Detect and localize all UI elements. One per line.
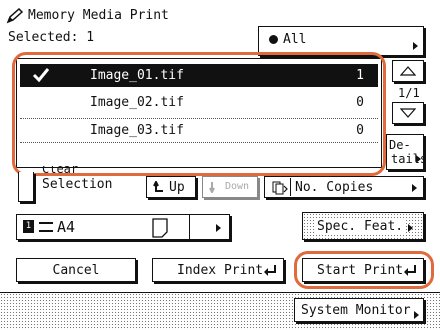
system-monitor-button[interactable]: System Monitor (294, 298, 424, 322)
title-bar: Memory Media Print Selected: 1 (0, 0, 260, 44)
start-print-label: Start Print (317, 263, 404, 278)
cancel-label: Cancel (52, 262, 100, 278)
chevron-right-icon (416, 155, 421, 163)
move-up-button[interactable]: Up (146, 176, 196, 198)
details-label: De- (389, 138, 411, 152)
chevron-right-icon (408, 224, 413, 232)
chevron-right-icon (413, 42, 418, 50)
divider (189, 215, 190, 239)
clear-icon (18, 172, 34, 202)
pencil-icon (6, 8, 24, 24)
file-copies: 0 (356, 95, 364, 110)
list-divider (20, 142, 378, 143)
chevron-right-icon (414, 311, 419, 319)
chevron-right-icon (412, 184, 417, 192)
spec-feat-label: Spec. Feat. (315, 219, 406, 234)
up-label: Up (169, 180, 185, 195)
all-icon (269, 35, 278, 44)
list-item[interactable]: Image_03.tif 0 (20, 119, 378, 142)
divider (290, 178, 291, 196)
file-copies: 1 (356, 68, 364, 83)
index-print-label: Index Print (177, 263, 264, 278)
file-copies: 0 (356, 123, 364, 138)
no-copies-button[interactable]: No. Copies (264, 176, 424, 198)
arrow-down-icon (209, 182, 215, 193)
down-label: Down (225, 181, 250, 192)
special-features-button[interactable]: Spec. Feat. (302, 212, 424, 240)
checkmark-icon (32, 68, 50, 83)
file-name: Image_02.tif (90, 95, 184, 110)
list-item[interactable]: Image_02.tif 0 (20, 91, 378, 114)
paper-tray-icon: 1 (23, 220, 34, 233)
system-monitor-label: System Monitor (301, 303, 411, 318)
filter-label: All (283, 32, 307, 47)
arrow-up-icon (153, 181, 163, 192)
clear-label: Clear (42, 166, 79, 176)
copies-icon (272, 181, 288, 195)
no-copies-label: No. Copies (295, 180, 374, 195)
paper-size-label: A4 (57, 218, 76, 236)
chevron-right-icon (216, 224, 221, 232)
index-print-button[interactable]: Index Print (152, 258, 284, 282)
return-arrow-icon (264, 265, 276, 276)
cancel-button[interactable]: Cancel (16, 258, 136, 282)
list-item[interactable]: Image_01.tif 1 (20, 64, 378, 87)
clear-selection-button[interactable]: Clear Selection (16, 166, 140, 202)
file-name: Image_01.tif (90, 68, 184, 83)
triangle-up-icon (400, 66, 416, 76)
start-print-button[interactable]: Start Print (302, 258, 424, 282)
return-arrow-icon (404, 265, 416, 276)
portrait-icon (152, 218, 168, 238)
file-name: Image_03.tif (90, 123, 184, 138)
clear-label: Selection (42, 177, 113, 192)
filter-all-button[interactable]: All (258, 26, 424, 56)
list-item[interactable] (20, 144, 378, 167)
details-button[interactable]: De- tails (386, 134, 424, 170)
move-down-button[interactable]: Down (202, 176, 258, 198)
page-title: Memory Media Print (28, 8, 169, 23)
paper-size-button[interactable]: 1 A4 (16, 214, 230, 240)
triangle-down-icon (400, 108, 416, 118)
paper-stack-icon (39, 222, 53, 232)
selected-count: Selected: 1 (8, 30, 95, 41)
page-indicator: 1/1 (398, 86, 420, 100)
scroll-up-button[interactable] (392, 60, 424, 82)
scroll-down-button[interactable] (392, 102, 424, 124)
